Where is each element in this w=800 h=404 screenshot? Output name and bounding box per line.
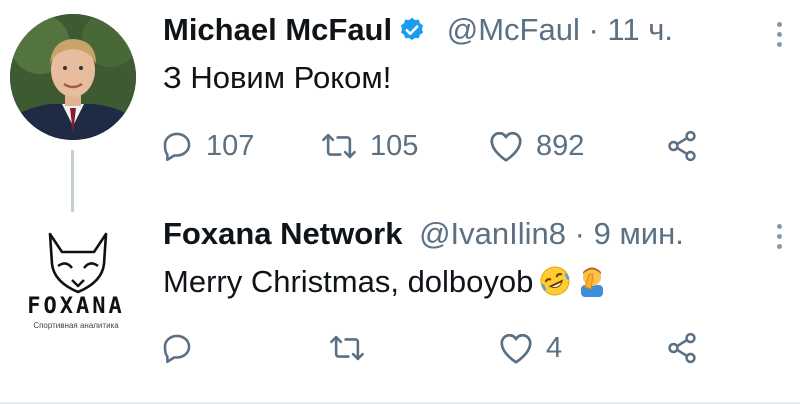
tweet-timestamp[interactable]: 11 ч.: [607, 12, 673, 47]
more-options-icon[interactable]: [776, 22, 782, 47]
share-button[interactable]: [664, 328, 700, 368]
tweet-mcfaul[interactable]: Michael McFaul @McFaul · 11 ч. З Новим Р…: [0, 0, 800, 212]
separator-dot: ·: [574, 216, 585, 251]
reply-icon: [163, 334, 191, 364]
like-count: 4: [546, 331, 563, 364]
reply-icon: [163, 132, 191, 162]
separator-dot: ·: [588, 12, 599, 47]
reply-count: 107: [206, 129, 255, 162]
share-icon: [668, 332, 696, 364]
tweet-header: Foxana Network @IvanIlin8 · 9 мин.: [163, 214, 684, 254]
tweet-timestamp[interactable]: 9 мин.: [594, 216, 684, 251]
tweet-actions: 4: [160, 328, 720, 368]
author-handle[interactable]: @McFaul: [447, 12, 580, 47]
share-icon: [668, 130, 696, 162]
tweet-header: Michael McFaul @McFaul · 11 ч.: [163, 10, 673, 54]
tweet-foxana[interactable]: FOXANA Спортивная аналитика Foxana Netwo…: [0, 200, 800, 404]
logo-subtext: Спортивная аналитика: [33, 321, 119, 330]
reply-button[interactable]: 107: [160, 126, 254, 166]
like-button[interactable]: 4: [498, 328, 562, 368]
author-handle[interactable]: @IvanIlin8: [419, 216, 566, 251]
facepalm-emoji-icon: [577, 265, 607, 307]
avatar[interactable]: [12, 230, 140, 350]
retweet-icon: [322, 133, 356, 159]
rofl-emoji-icon: [539, 265, 571, 307]
fox-logo-icon: [48, 232, 108, 294]
verified-badge-icon: [398, 14, 426, 54]
author-name[interactable]: Foxana Network: [163, 216, 402, 251]
share-button[interactable]: [664, 126, 700, 166]
avatar[interactable]: [10, 14, 136, 140]
more-options-icon[interactable]: [776, 224, 782, 249]
person-portrait-icon: [10, 14, 136, 140]
author-name[interactable]: Michael McFaul: [163, 12, 392, 47]
like-count: 892: [536, 129, 585, 162]
heart-icon: [500, 333, 532, 364]
retweet-count: 105: [370, 129, 419, 162]
reply-button[interactable]: [160, 328, 206, 368]
logo-wordmark: FOXANA: [27, 294, 125, 319]
retweet-button[interactable]: 105: [320, 126, 418, 166]
tweet-text-content: Merry Christmas, dolboyob: [163, 264, 534, 299]
heart-icon: [490, 131, 522, 162]
retweet-icon: [330, 335, 364, 361]
retweet-button[interactable]: [328, 328, 378, 368]
tweet-actions: 107 105 892: [160, 126, 720, 166]
tweet-text: Merry Christmas, dolboyob: [163, 262, 607, 307]
tweet-text: З Новим Роком!: [163, 60, 392, 95]
like-button[interactable]: 892: [488, 126, 584, 166]
